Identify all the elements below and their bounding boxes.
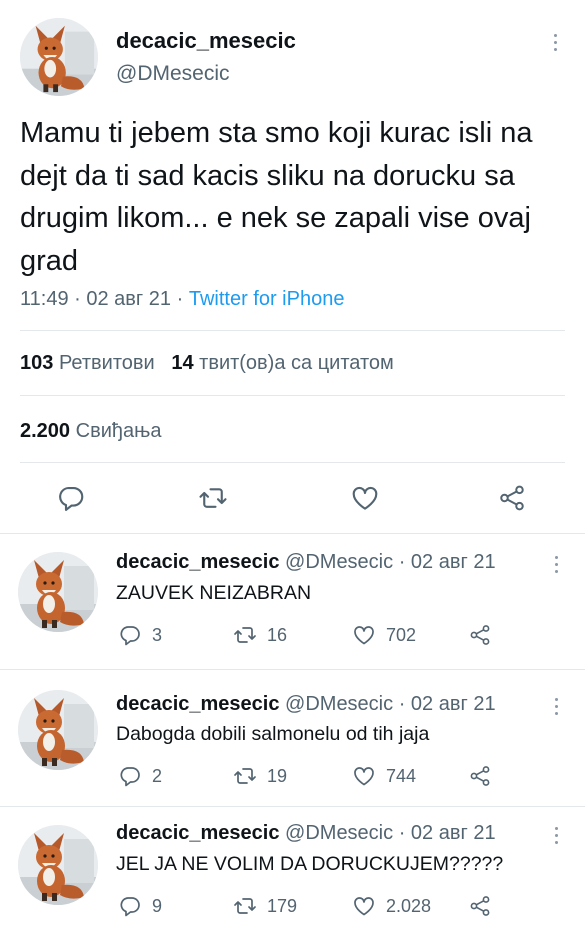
like-count: 2.028: [386, 895, 432, 916]
share-icon: [468, 764, 492, 788]
fox-avatar-image: [20, 18, 98, 96]
fox-avatar-image: [18, 825, 98, 905]
heart-icon: [352, 764, 376, 788]
divider: [20, 330, 565, 331]
display-name[interactable]: decacic_mesecic: [116, 822, 279, 844]
reply-icon: [118, 764, 142, 788]
retweet-button[interactable]: 19: [233, 764, 287, 788]
retweet-count: 19: [267, 765, 288, 786]
share-icon[interactable]: [497, 483, 527, 513]
reply-icon[interactable]: [56, 483, 86, 513]
share-icon: [468, 894, 492, 918]
share-button[interactable]: [468, 623, 492, 647]
retweets-count: 103: [20, 352, 54, 374]
user-handle[interactable]: @DMesecic: [116, 62, 230, 86]
reply-text: Dabogda dobili salmonelu od tih jaja: [116, 723, 430, 745]
fox-avatar-image: [18, 552, 98, 632]
avatar[interactable]: [20, 18, 98, 96]
user-handle[interactable]: @DMesecic: [285, 693, 393, 715]
reply-count: 9: [152, 895, 163, 916]
tweet-source-link[interactable]: Twitter for iPhone: [189, 288, 345, 310]
reply-header: decacic_mesecic @DMesecic · 02 авг 21: [116, 822, 496, 845]
likes-label: Свиђања: [75, 420, 162, 442]
more-options-icon[interactable]: [552, 34, 558, 51]
reply-text: ZAUVEK NEIZABRAN: [116, 582, 312, 604]
heart-icon[interactable]: [350, 483, 380, 513]
divider: [20, 462, 565, 463]
like-button[interactable]: 2.028: [352, 894, 431, 918]
share-button[interactable]: [468, 764, 492, 788]
retweet-icon: [233, 764, 257, 788]
reply-header: decacic_mesecic @DMesecic · 02 авг 21: [116, 693, 496, 716]
meta-separator: ·: [176, 288, 184, 310]
more-options-icon[interactable]: [553, 827, 559, 844]
reply-button[interactable]: 3: [118, 623, 162, 647]
avatar[interactable]: [18, 825, 98, 905]
reply-tweet[interactable]: decacic_mesecic @DMesecic · 02 авг 21 Da…: [0, 670, 585, 805]
display-name[interactable]: decacic_mesecic: [116, 551, 279, 573]
reply-tweet[interactable]: decacic_mesecic @DMesecic · 02 авг 21 JE…: [0, 807, 585, 932]
reply-icon: [118, 894, 142, 918]
like-button[interactable]: 702: [352, 623, 416, 647]
retweet-icon: [233, 894, 257, 918]
retweets-label: Ретвитови: [58, 352, 155, 374]
avatar[interactable]: [18, 690, 98, 770]
retweet-count: 179: [267, 895, 298, 916]
display-name[interactable]: decacic_mesecic: [116, 693, 279, 715]
quotes-count: 14: [171, 352, 194, 374]
tweet-date[interactable]: 02 авг 21: [86, 288, 171, 310]
tweet-text: Mamu ti jebem sta smo koji kurac isli na…: [20, 117, 533, 277]
likes-stat[interactable]: 2.200 Свиђања: [20, 420, 161, 443]
like-count: 744: [386, 765, 417, 786]
retweet-icon[interactable]: [198, 483, 228, 513]
retweet-icon: [233, 623, 257, 647]
more-options-icon[interactable]: [553, 698, 559, 715]
quotes-stat[interactable]: 14 твит(ов)а са цитатом: [171, 352, 393, 374]
user-handle[interactable]: @DMesecic: [285, 551, 393, 573]
reply-date[interactable]: · 02 авг 21: [399, 693, 496, 715]
reply-tweet[interactable]: decacic_mesecic @DMesecic · 02 авг 21 ZA…: [0, 534, 585, 669]
divider: [20, 395, 565, 396]
reply-icon: [118, 623, 142, 647]
meta-separator: ·: [74, 288, 81, 310]
avatar[interactable]: [18, 552, 98, 632]
retweet-button[interactable]: 16: [233, 623, 287, 647]
reply-text: JEL JA NE VOLIM DA DORUCKUJEM?????: [116, 853, 504, 875]
display-name[interactable]: decacic_mesecic: [116, 28, 296, 54]
share-button[interactable]: [468, 894, 492, 918]
tweet-meta: 11:49 · 02 авг 21 · Twitter for iPhone: [20, 288, 344, 311]
reply-button[interactable]: 2: [118, 764, 162, 788]
reply-date[interactable]: · 02 авг 21: [399, 822, 496, 844]
reply-count: 2: [152, 765, 163, 786]
retweet-button[interactable]: 179: [233, 894, 297, 918]
reply-date[interactable]: · 02 авг 21: [399, 551, 496, 573]
heart-icon: [352, 894, 376, 918]
more-options-icon[interactable]: [553, 556, 559, 573]
share-icon: [468, 623, 492, 647]
heart-icon: [352, 623, 376, 647]
likes-count: 2.200: [20, 420, 71, 442]
retweet-count: 16: [267, 624, 288, 645]
like-button[interactable]: 744: [352, 764, 416, 788]
fox-avatar-image: [18, 690, 98, 770]
retweet-quote-stats: 103 Ретвитови 14 твит(ов)а са цитатом: [20, 352, 394, 375]
reply-header: decacic_mesecic @DMesecic · 02 авг 21: [116, 551, 496, 574]
tweet-time[interactable]: 11:49: [20, 288, 69, 310]
retweets-stat[interactable]: 103 Ретвитови: [20, 352, 155, 374]
user-handle[interactable]: @DMesecic: [285, 822, 393, 844]
like-count: 702: [386, 624, 417, 645]
reply-button[interactable]: 9: [118, 894, 162, 918]
reply-count: 3: [152, 624, 163, 645]
quotes-label: твит(ов)а са цитатом: [199, 352, 394, 374]
